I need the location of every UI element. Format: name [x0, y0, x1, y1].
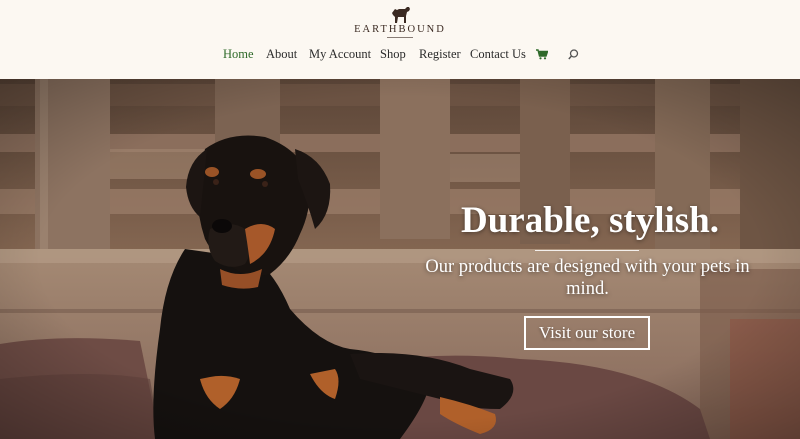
- hero-title: Durable, stylish.: [460, 200, 719, 241]
- hero-divider: [535, 250, 639, 251]
- nav-item-register[interactable]: Register: [419, 47, 461, 62]
- site-logo[interactable]: EARTHBOUND: [0, 4, 800, 38]
- nav-item-about[interactable]: About: [266, 47, 297, 62]
- site-header: EARTHBOUND Home About My Account Shop Re…: [0, 0, 800, 79]
- cart-icon[interactable]: [536, 49, 548, 60]
- visit-store-button[interactable]: Visit our store: [524, 316, 650, 350]
- search-icon[interactable]: [568, 49, 579, 60]
- nav-item-home[interactable]: Home: [223, 47, 254, 62]
- logo-underline: [387, 37, 413, 38]
- nav-item-shop[interactable]: Shop: [380, 47, 406, 62]
- nav-item-my-account[interactable]: My Account: [309, 47, 371, 62]
- hero-subtitle: Our products are designed with your pets…: [425, 257, 750, 299]
- hero-banner: Durable, stylish. Our products are desig…: [0, 79, 800, 439]
- dog-silhouette-icon: [392, 7, 410, 23]
- main-nav: Home About My Account Shop Register Cont…: [0, 47, 800, 65]
- brand-name: EARTHBOUND: [354, 24, 446, 35]
- nav-item-contact-us[interactable]: Contact Us: [470, 47, 526, 62]
